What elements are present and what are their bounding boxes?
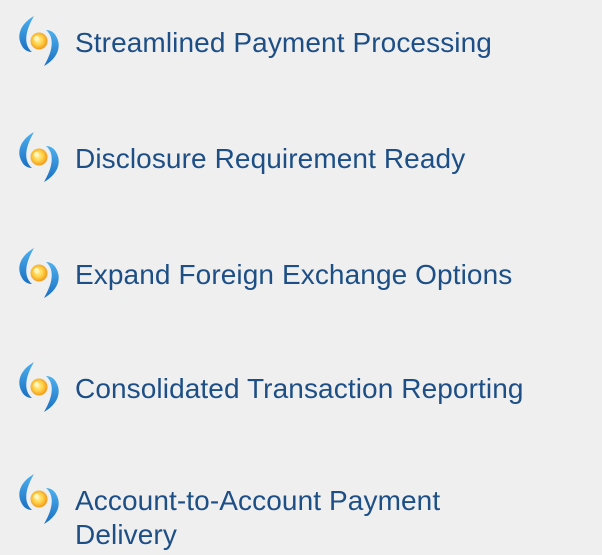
orbit-bullet-icon <box>10 470 68 528</box>
feature-label: Account-to-Account Payment Delivery <box>75 485 441 550</box>
orbit-bullet-icon <box>10 128 68 186</box>
feature-label: Expand Foreign Exchange Options <box>75 259 513 290</box>
feature-label: Disclosure Requirement Ready <box>75 143 466 174</box>
orbit-bullet-icon <box>10 358 68 416</box>
orbit-bullet-icon <box>10 12 68 70</box>
feature-label: Consolidated Transaction Reporting <box>75 373 524 404</box>
feature-list: Streamlined Payment Processing Disclosur… <box>0 0 602 555</box>
orbit-bullet-icon <box>10 244 68 302</box>
feature-label: Streamlined Payment Processing <box>75 27 492 58</box>
